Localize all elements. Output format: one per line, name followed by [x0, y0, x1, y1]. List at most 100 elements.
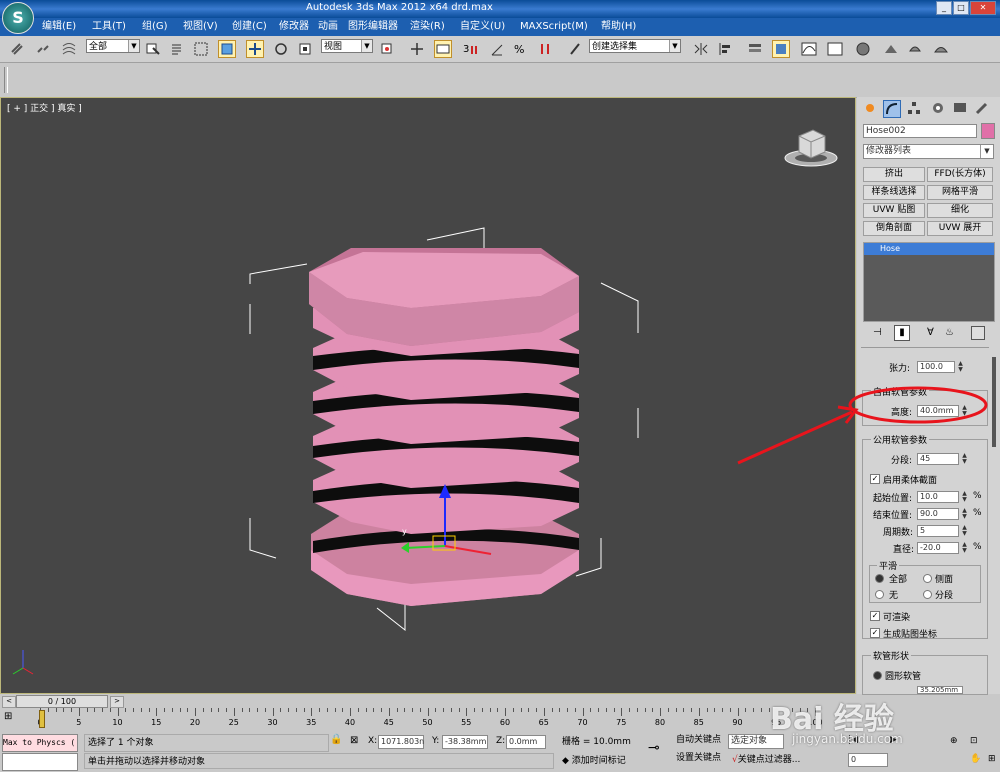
cycles-field[interactable]: 5 — [917, 525, 959, 537]
selection-filter-dropdown[interactable]: 全部 ▼ — [86, 39, 140, 53]
spinner-snap-icon[interactable] — [536, 40, 554, 58]
go-to-start-icon[interactable]: |◀ — [848, 735, 858, 745]
menu-edit[interactable]: 编辑(E) — [42, 19, 76, 35]
ends-field[interactable]: 90.0 — [917, 508, 959, 520]
selection-set-dropdown[interactable]: 选定对象 — [728, 734, 784, 749]
starts-field[interactable]: 10.0 — [917, 491, 959, 503]
segments-spinner[interactable]: ▲ ▼ — [961, 453, 968, 465]
display-tab-icon[interactable] — [953, 101, 967, 115]
show-end-result-icon[interactable]: ▮ — [894, 325, 910, 341]
app-logo-icon[interactable]: S — [2, 2, 34, 34]
menu-graph-editors[interactable]: 图形编辑器 — [348, 19, 398, 35]
modifier-meshsmooth-button[interactable]: 网格平滑 — [927, 185, 993, 200]
absolute-mode-icon[interactable]: ⊠ — [350, 735, 362, 747]
segments-field[interactable]: 45 — [917, 453, 959, 465]
round-hose-radio[interactable] — [873, 671, 882, 680]
modifier-ffd-button[interactable]: FFD(长方体) — [927, 167, 993, 182]
modify-tab-icon[interactable] — [883, 100, 901, 118]
reference-coord-dropdown[interactable]: 视图 ▼ — [321, 39, 373, 53]
x-coordinate-field[interactable]: 1071.803n — [378, 735, 424, 749]
close-button[interactable]: ✕ — [970, 1, 996, 15]
track-bar-icon[interactable]: ⊞ — [4, 711, 24, 725]
tension-field[interactable]: 100.0 — [917, 361, 955, 373]
angle-snap-icon[interactable] — [488, 40, 506, 58]
menu-create[interactable]: 创建(C) — [232, 19, 267, 35]
current-frame-marker[interactable] — [39, 710, 45, 728]
smooth-segments-radio[interactable] — [923, 590, 932, 599]
time-slider-thumb[interactable]: 0 / 100 — [16, 695, 108, 708]
render-production-icon[interactable] — [932, 40, 950, 58]
zoom-extents-icon[interactable]: ⊡ — [970, 736, 978, 746]
gen-uv-checkbox[interactable]: ✓ — [870, 628, 880, 638]
tension-spinner[interactable]: ▲ ▼ — [957, 361, 964, 373]
edit-named-selection-icon[interactable] — [566, 40, 584, 58]
modifier-spline-select-button[interactable]: 样条线选择 — [863, 185, 925, 200]
maxscript-listener[interactable]: Max to Physcs ( — [2, 734, 78, 752]
utilities-tab-icon[interactable] — [975, 101, 989, 115]
cycles-spinner[interactable]: ▲ ▼ — [961, 525, 968, 537]
track-bar[interactable]: ⊞ 05101520253035404550556065707580859095… — [0, 708, 860, 732]
modifier-tessellate-button[interactable]: 细化 — [927, 203, 993, 218]
smooth-all-radio[interactable] — [875, 574, 884, 583]
round-diameter-field[interactable]: 35.205mm — [917, 686, 963, 694]
named-selection-dropdown[interactable]: 创建选择集 ▼ — [589, 39, 681, 53]
time-slider[interactable]: < 0 / 100 > — [0, 694, 856, 708]
maximize-button[interactable]: □ — [953, 1, 969, 15]
set-key-button[interactable]: 设置关键点 — [676, 752, 726, 767]
height-spinner[interactable]: ▲ ▼ — [961, 405, 968, 417]
modifier-unwrap-uvw-button[interactable]: UVW 展开 — [927, 221, 993, 236]
rect-selection-icon[interactable] — [192, 40, 210, 58]
menu-tools[interactable]: 工具(T) — [92, 19, 126, 35]
renderable-checkbox[interactable]: ✓ — [870, 611, 880, 621]
configure-modifier-sets-icon[interactable] — [971, 326, 985, 340]
create-tab-icon[interactable] — [863, 101, 877, 115]
perspective-viewport[interactable]: [ + ] 正交 ] 真实 ] y — [0, 97, 856, 694]
motion-tab-icon[interactable] — [931, 101, 945, 115]
modifier-list-dropdown[interactable]: 修改器列表 ▼ — [863, 144, 994, 159]
object-name-field[interactable]: Hose002 — [863, 124, 977, 138]
schematic-view-icon[interactable] — [826, 40, 844, 58]
smooth-none-radio[interactable] — [875, 590, 884, 599]
menu-help[interactable]: 帮助(H) — [601, 19, 636, 35]
menu-customize[interactable]: 自定义(U) — [460, 19, 505, 35]
pin-stack-icon[interactable]: ⊣ — [873, 327, 882, 338]
height-field[interactable]: 40.0mm — [917, 405, 959, 417]
modifier-extrude-button[interactable]: 挤出 — [863, 167, 925, 182]
remove-modifier-icon[interactable]: ♨ — [945, 327, 954, 338]
maximize-viewport-icon[interactable]: ⊞ — [988, 754, 996, 764]
menu-maxscript[interactable]: MAXScript(M) — [520, 19, 588, 35]
menu-modifiers[interactable]: 修改器 — [279, 19, 309, 35]
layer-manager-icon[interactable] — [746, 40, 764, 58]
material-editor-icon[interactable] — [854, 40, 872, 58]
window-crossing-icon[interactable] — [218, 40, 236, 58]
mirror-icon[interactable] — [692, 40, 710, 58]
starts-spinner[interactable]: ▲ ▼ — [961, 491, 968, 503]
align-icon[interactable] — [716, 40, 734, 58]
make-unique-icon[interactable]: ∀ — [927, 327, 934, 338]
minimize-button[interactable]: _ — [936, 1, 952, 15]
current-frame-field[interactable]: 0 — [848, 753, 888, 767]
menu-rendering[interactable]: 渲染(R) — [410, 19, 445, 35]
modifier-uvw-map-button[interactable]: UVW 贴图 — [863, 203, 925, 218]
select-move-icon[interactable] — [246, 40, 264, 58]
flex-section-checkbox[interactable]: ✓ — [870, 474, 880, 484]
y-coordinate-field[interactable]: -38.38mm — [442, 735, 488, 749]
modifier-stack-item[interactable]: Hose — [864, 243, 994, 255]
select-object-icon[interactable] — [144, 40, 162, 58]
key-filters-button[interactable]: √关键点过滤器... — [732, 752, 842, 768]
graphite-tools-icon[interactable] — [772, 40, 790, 58]
unlink-icon[interactable] — [34, 40, 52, 58]
lock-selection-icon[interactable]: 🔒 — [330, 734, 342, 745]
add-time-tag-button[interactable]: ◆ 添加时间标记 — [562, 753, 642, 769]
zoom-icon[interactable]: ⊕ — [950, 736, 958, 746]
diameter-spinner[interactable]: ▲ ▼ — [961, 542, 968, 554]
pivot-center-icon[interactable] — [378, 40, 396, 58]
curve-editor-icon[interactable] — [800, 40, 818, 58]
play-icon[interactable]: ▶ — [890, 735, 897, 745]
menu-group[interactable]: 组(G) — [142, 19, 168, 35]
pan-icon[interactable]: ✋ — [970, 754, 981, 764]
modifier-stack[interactable]: Hose — [863, 242, 995, 322]
modifier-bevel-profile-button[interactable]: 倒角剖面 — [863, 221, 925, 236]
hierarchy-tab-icon[interactable] — [907, 101, 921, 115]
time-prev-button[interactable]: < — [2, 696, 16, 708]
